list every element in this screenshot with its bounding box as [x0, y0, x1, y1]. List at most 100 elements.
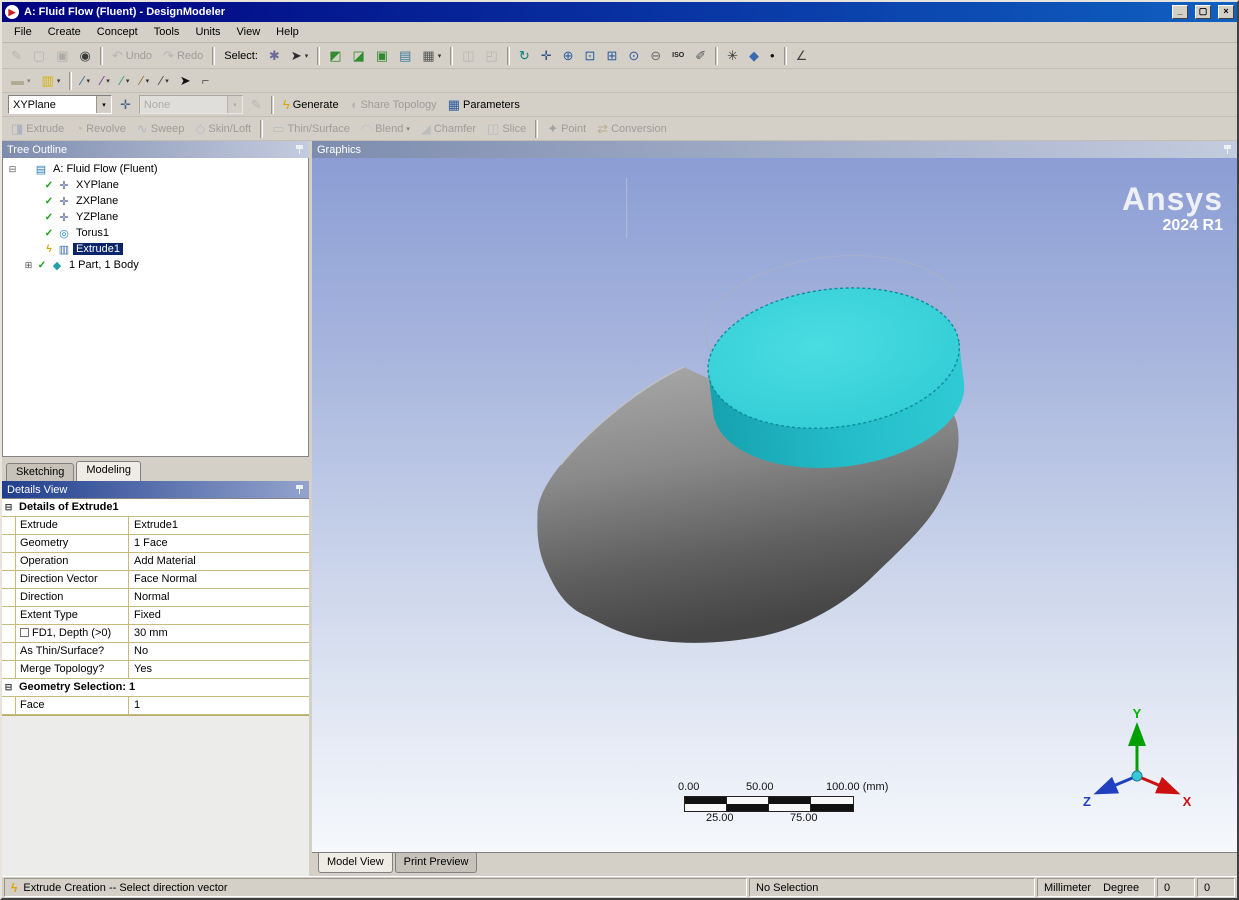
pin-icon[interactable] [295, 145, 304, 155]
chevron-down-icon[interactable]: ▾ [227, 96, 242, 113]
zoom-box-icon[interactable]: ⊡ [580, 46, 601, 66]
edge-style-2-icon[interactable]: ∕ ▾ [96, 71, 115, 91]
details-row[interactable]: As Thin/Surface? No [2, 643, 309, 661]
zoom-fit-icon[interactable]: ⊞ [601, 46, 622, 66]
extrude-button[interactable]: ◨ Extrude [6, 119, 69, 139]
zoom-prev-icon[interactable]: ⊖ [645, 46, 666, 66]
display-mode-icon[interactable]: ◆ [744, 46, 764, 66]
tree-outline-header[interactable]: Tree Outline [2, 141, 309, 158]
parameters-button[interactable]: ▦ Parameters [443, 95, 525, 115]
look-at-face-icon[interactable]: ✳ [722, 46, 743, 66]
tree-item-yzplane[interactable]: ✓ ✛ YZPlane [3, 209, 308, 225]
new-sketch-icon[interactable]: ✎ [246, 95, 267, 115]
details-row-value[interactable]: Face Normal [129, 571, 309, 588]
iso-view-icon[interactable]: ISO [667, 46, 689, 66]
share-topology-button[interactable]: ◖ Share Topology [345, 95, 442, 115]
pin-icon[interactable] [295, 485, 304, 495]
details-view-header[interactable]: Details View [2, 481, 309, 498]
tab-sketching[interactable]: Sketching [6, 463, 74, 481]
collapse-icon[interactable]: ⊟ [2, 499, 15, 516]
details-row[interactable]: Geometry 1 Face [2, 535, 309, 553]
menu-item[interactable]: Help [268, 23, 307, 41]
parameter-checkbox[interactable] [20, 628, 29, 637]
close-button[interactable]: × [1218, 5, 1234, 19]
details-row[interactable]: Direction Vector Face Normal [2, 571, 309, 589]
magnifier-icon[interactable]: ⊙ [623, 46, 644, 66]
tree-item-extrude1[interactable]: ϟ ▥ Extrude1 [3, 241, 308, 257]
vertex-arrow-icon[interactable]: ➤ [175, 71, 196, 91]
filter-faces-icon[interactable]: ▣ [371, 46, 393, 66]
menu-item[interactable]: Units [187, 23, 228, 41]
face-style-icon[interactable]: ▬ ▾ [6, 71, 36, 91]
tree-item-part-body[interactable]: ⊞ ✓ ◆ 1 Part, 1 Body [3, 257, 308, 273]
details-row-value[interactable]: Yes [129, 661, 309, 678]
zoom-in-icon[interactable]: ⊕ [558, 46, 579, 66]
undo-button[interactable]: ↶ Undo [107, 46, 157, 66]
redo-button[interactable]: ↷ Redo [158, 46, 208, 66]
tree-item-torus1[interactable]: ✓ ◎ Torus1 [3, 225, 308, 241]
title-bar[interactable]: ▶ A: Fluid Flow (Fluent) - DesignModeler… [2, 2, 1237, 22]
lasso-select-icon[interactable]: ◰ [481, 46, 503, 66]
details-row[interactable]: Extrude Extrude1 [2, 517, 309, 535]
details-row[interactable]: Face 1 [2, 697, 309, 715]
x-axis-arrow[interactable] [1137, 776, 1175, 792]
orientation-triad[interactable]: Y X Z [1077, 704, 1197, 834]
sketch-pencil-icon[interactable]: ✎ [6, 46, 27, 66]
details-section-header[interactable]: ⊟ Geometry Selection: 1 [2, 679, 309, 697]
details-row[interactable]: Extent Type Fixed [2, 607, 309, 625]
chevron-down-icon[interactable]: ▾ [96, 96, 111, 113]
tree-expander-icon[interactable]: ⊟ [7, 164, 18, 175]
tab-model-view[interactable]: Model View [318, 853, 393, 873]
details-row-value[interactable]: 30 mm [129, 625, 309, 642]
box-select-icon[interactable]: ◫ [457, 46, 479, 66]
menu-item[interactable]: View [229, 23, 269, 41]
details-row-value[interactable]: 1 Face [129, 535, 309, 552]
edge-color-icon[interactable]: ▥ ▾ [37, 71, 66, 91]
display-points-icon[interactable]: • [765, 46, 780, 66]
sketch-box-icon[interactable]: ▢ [28, 46, 50, 66]
new-plane-icon[interactable]: ✛ [115, 95, 136, 115]
collapse-icon[interactable]: ⊟ [2, 679, 15, 696]
details-row[interactable]: Merge Topology? Yes [2, 661, 309, 679]
sweep-button[interactable]: ∿ Sweep [132, 119, 190, 139]
menu-item[interactable]: Create [40, 23, 89, 41]
maximize-button[interactable]: ▢ [1195, 5, 1211, 19]
menu-item[interactable]: Concept [89, 23, 146, 41]
sketch-fill-icon[interactable]: ▣ [51, 46, 73, 66]
pin-icon[interactable] [1223, 145, 1232, 155]
thinsurface-button[interactable]: ▭ Thin/Surface [267, 119, 355, 139]
select-pointer-icon[interactable]: ➤ ▾ [286, 46, 313, 66]
details-row-value[interactable]: No [129, 643, 309, 660]
plane-combo[interactable]: XYPlane ▾ [8, 95, 112, 114]
menu-item[interactable]: File [6, 23, 40, 41]
slice-button[interactable]: ◫ Slice [482, 119, 531, 139]
tree-item-xyplane[interactable]: ✓ ✛ XYPlane [3, 177, 308, 193]
tree-item-zxplane[interactable]: ✓ ✛ ZXPlane [3, 193, 308, 209]
select-mode-icon[interactable]: ✱ [264, 46, 285, 66]
edge-style-4-icon[interactable]: ∕ ▾ [135, 71, 154, 91]
tree-item-project[interactable]: ⊟ ▤ A: Fluid Flow (Fluent) [3, 161, 308, 177]
details-row-value[interactable]: Normal [129, 589, 309, 606]
sketch-combo[interactable]: None ▾ [139, 95, 243, 114]
minimize-button[interactable]: _ [1172, 5, 1188, 19]
rotate-icon[interactable]: ↻ [514, 46, 535, 66]
filter-edges-icon[interactable]: ◪ [348, 46, 370, 66]
conversion-button[interactable]: ⇄ Conversion [592, 119, 672, 139]
adjacent-filter-icon[interactable]: ▦ ▾ [417, 46, 446, 66]
details-row[interactable]: Direction Normal [2, 589, 309, 607]
z-axis-arrow[interactable] [1099, 776, 1137, 792]
menu-item[interactable]: Tools [146, 23, 188, 41]
graphics-header[interactable]: Graphics [312, 141, 1237, 158]
details-row-value[interactable]: Add Material [129, 553, 309, 570]
view-adjust-icon[interactable]: ✐ [690, 46, 711, 66]
details-row[interactable]: FD1, Depth (>0) 30 mm [2, 625, 309, 643]
tab-print-preview[interactable]: Print Preview [395, 853, 478, 873]
skinloft-button[interactable]: ◇ Skin/Loft [190, 119, 256, 139]
details-row-value[interactable]: Fixed [129, 607, 309, 624]
pan-icon[interactable]: ✛ [536, 46, 557, 66]
details-row-value[interactable]: Extrude1 [129, 517, 309, 534]
details-row-value[interactable]: 1 [129, 697, 309, 714]
graphics-canvas[interactable]: Ansys 2024 R1 0.00 50.00 100.00 (mm) [312, 158, 1237, 852]
image-capture-icon[interactable]: ◉ [75, 46, 96, 66]
point-button[interactable]: ✦ Point [542, 119, 591, 139]
